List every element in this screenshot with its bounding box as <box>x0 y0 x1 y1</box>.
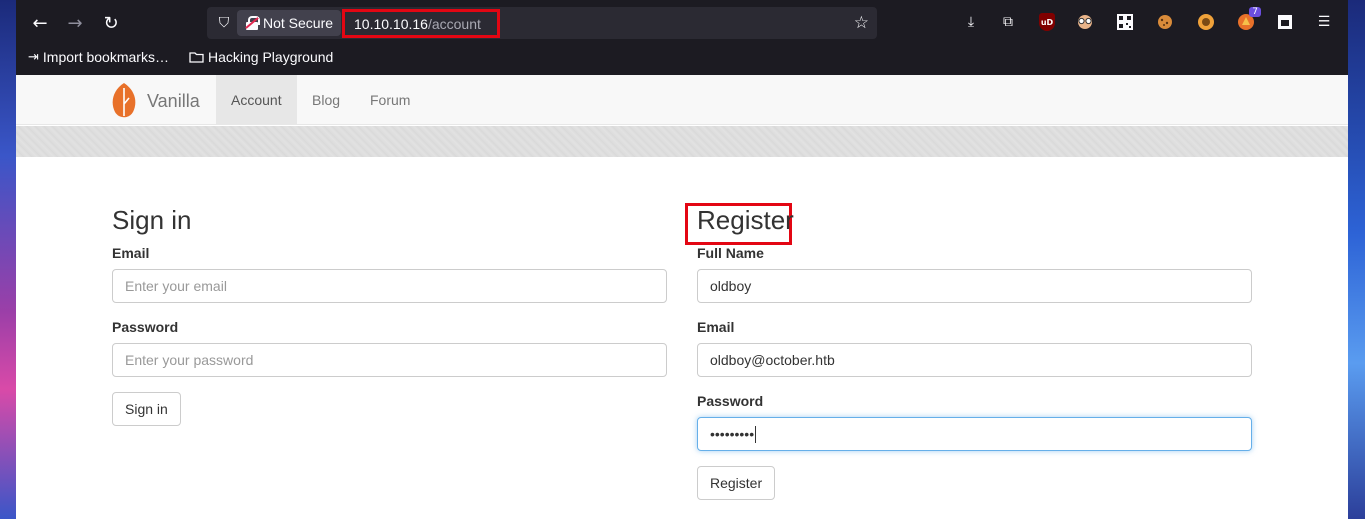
nav-forum[interactable]: Forum <box>355 75 425 125</box>
signin-section: Sign in <box>112 205 192 236</box>
signin-title: Sign in <box>112 205 192 235</box>
extension-badge: 7 <box>1249 7 1261 17</box>
qr-code-icon[interactable] <box>1114 11 1136 33</box>
signin-password-input[interactable]: Enter your password <box>112 343 667 377</box>
cookie-editor-icon[interactable] <box>1195 11 1217 33</box>
bookmark-import[interactable]: ⇥ Import bookmarks… <box>28 49 169 65</box>
reload-icon[interactable]: ↻ <box>97 9 125 37</box>
address-bar[interactable]: ⛉ Not Secure 10.10.10.16/account ☆ <box>207 7 877 39</box>
cookie-icon[interactable] <box>1154 11 1176 33</box>
register-title: Register <box>697 205 794 235</box>
site-navbar: Vanilla Account Blog Forum <box>16 75 1348 125</box>
desktop-wallpaper-left <box>0 0 16 519</box>
extensions-puzzle-icon[interactable]: ⧉ <box>997 11 1019 33</box>
bookmark-label: Hacking Playground <box>208 49 334 65</box>
downloads-icon[interactable]: ⤓ <box>960 11 982 33</box>
bookmark-star-icon[interactable]: ☆ <box>854 13 869 33</box>
page-banner <box>16 126 1348 157</box>
brand-name: Vanilla <box>147 90 200 111</box>
register-section: Register <box>697 205 794 236</box>
forward-arrow-icon[interactable]: → <box>61 9 89 37</box>
password-masked-value: ••••••••• <box>710 426 755 442</box>
web-page: Vanilla Account Blog Forum Sign in Email… <box>16 75 1348 519</box>
back-arrow-icon[interactable]: ← <box>26 9 54 37</box>
bookmark-folder-hacking[interactable]: Hacking Playground <box>189 49 333 65</box>
browser-toolbar: ← → ↻ ⛉ Not Secure 10.10.10.16/account ☆… <box>16 5 1348 41</box>
signin-email-label: Email <box>112 245 150 261</box>
register-email-input[interactable]: oldboy@october.htb <box>697 343 1252 377</box>
url-text[interactable]: 10.10.10.16/account <box>342 9 500 38</box>
register-email-label: Email <box>697 319 735 335</box>
brand-link[interactable]: Vanilla <box>109 82 200 120</box>
site-security-chip[interactable]: Not Secure <box>237 10 341 36</box>
register-password-input[interactable]: ••••••••• <box>697 417 1252 451</box>
signin-email-input[interactable]: Enter your email <box>112 269 667 303</box>
register-password-label: Password <box>697 393 764 409</box>
signin-button[interactable]: Sign in <box>112 392 181 426</box>
ublock-origin-icon[interactable]: uD <box>1039 13 1055 31</box>
register-button[interactable]: Register <box>697 466 776 500</box>
register-fullname-input[interactable]: oldboy <box>697 269 1252 303</box>
bookmarks-toolbar: ⇥ Import bookmarks… Hacking Playground <box>16 45 1348 73</box>
insecure-lock-icon <box>245 16 260 30</box>
signin-password-label: Password <box>112 319 179 335</box>
nav-account[interactable]: Account <box>216 75 297 125</box>
hamburger-menu-icon[interactable]: ☰ <box>1313 11 1335 33</box>
foxyproxy-icon[interactable]: 7 <box>1235 7 1261 33</box>
nav-blog[interactable]: Blog <box>297 75 355 125</box>
glasses-extension-icon[interactable] <box>1074 11 1096 33</box>
browser-chrome: ← → ↻ ⛉ Not Secure 10.10.10.16/account ☆… <box>16 0 1348 75</box>
text-caret <box>755 425 757 443</box>
bookmark-label: Import bookmarks… <box>42 49 169 65</box>
url-host: 10.10.10.16 <box>354 15 428 32</box>
import-icon: ⇥ <box>28 49 39 65</box>
tracking-shield-icon[interactable]: ⛉ <box>215 14 233 32</box>
security-label: Not Secure <box>263 15 334 31</box>
folder-icon <box>189 52 204 63</box>
url-path: /account <box>427 15 481 32</box>
desktop-wallpaper-right <box>1348 0 1365 519</box>
register-fullname-label: Full Name <box>697 245 764 261</box>
wappalyzer-icon[interactable] <box>1274 11 1296 33</box>
vanilla-leaf-logo-icon <box>112 83 136 118</box>
